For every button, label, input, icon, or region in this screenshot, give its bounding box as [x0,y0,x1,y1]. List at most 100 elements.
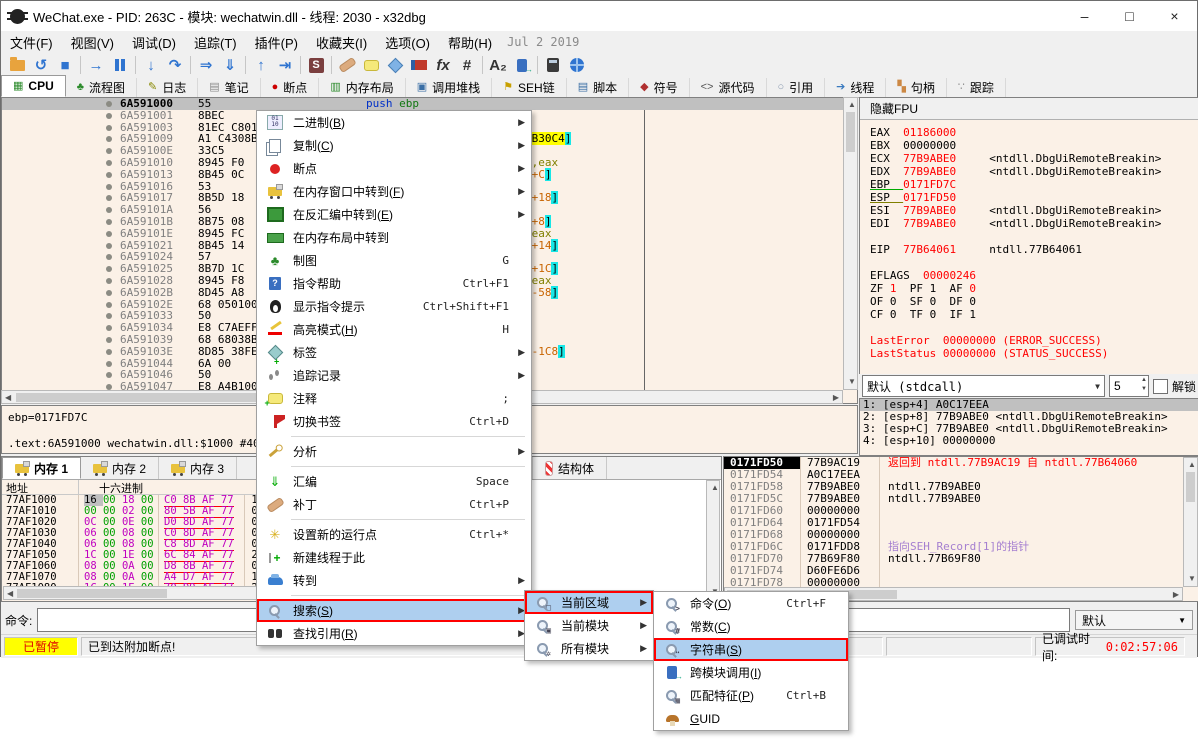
tab-流程图[interactable]: ♣流程图 [66,78,137,97]
register-line[interactable] [870,230,1198,243]
breakpoint-dot[interactable] [106,101,112,107]
breakpoint-dot[interactable] [106,278,112,284]
breakpoint-dot[interactable] [106,302,112,308]
argument-count-stepper[interactable]: 5▲▼ [1109,375,1149,397]
menubar-item-5[interactable]: 收藏夹(I) [307,31,376,54]
comments-icon[interactable] [359,54,383,76]
tab-线程[interactable]: ➔线程 [825,78,886,97]
pause-icon[interactable] [108,54,132,76]
tab-源代码[interactable]: <>源代码 [690,78,767,97]
breakpoint-dot[interactable] [106,113,112,119]
run-trace-icon[interactable]: ⇓ [218,54,242,76]
functions-icon[interactable]: fx [431,54,455,76]
register-line[interactable]: CF 0 TF 0 IF 1 [870,308,1198,321]
menu-item-highlight-mode[interactable]: 高亮模式(H)H [257,318,531,341]
close-button[interactable]: × [1152,1,1197,31]
breakpoint-dot[interactable] [106,184,112,190]
register-line[interactable]: ESI 77B9ABE0 <ntdll.DbgUiRemoteBreakin> [870,204,1198,217]
tab-内存-3[interactable]: 内存 3 [159,457,237,479]
menu-item-follow-in-memory-map[interactable]: 在内存布局中转到 [257,226,531,249]
tab-引用[interactable]: ○引用 [767,78,826,97]
tab-断点[interactable]: ●断点 [261,78,320,97]
stack-row[interactable]: 0171FD74D60FE6D6 [724,565,1198,577]
execute-till-return-icon[interactable]: ↑ [249,54,273,76]
breakpoint-dot[interactable] [106,313,112,319]
register-line[interactable]: LastError 00000000 (ERROR_SUCCESS) [870,334,1198,347]
menu-item-patch[interactable]: 补丁Ctrl+P [257,493,531,516]
register-line[interactable]: ESP 0171FD50 [870,191,1198,204]
register-line[interactable]: ZF 1 PF 1 AF 0 [870,282,1198,295]
menu-item-new-thread-here[interactable]: +新建线程于此 [257,546,531,569]
tab-跟踪[interactable]: ∵跟踪 [947,78,1006,97]
stack-row[interactable]: 0171FD7077B69F80ntdll.77B69F80 [724,553,1198,565]
breakpoint-dot[interactable] [106,207,112,213]
arguments-pane[interactable]: 1: [esp+4] A0C17EEA2: [esp+8] 77B9ABE0 <… [859,398,1198,456]
breakpoint-dot[interactable] [106,372,112,378]
menu-item-follow-in-disassembler[interactable]: 在反汇编中转到(E)▶ [257,203,531,226]
trace-coverage-icon[interactable]: S [304,54,328,76]
modules-icon[interactable] [510,54,534,76]
stop-icon[interactable]: ■ [53,54,77,76]
submenu-item-guid[interactable]: GUID [654,707,848,730]
menubar-item-3[interactable]: 追踪(T) [185,31,246,54]
register-line[interactable] [870,321,1198,334]
menubar-item-0[interactable]: 文件(F) [1,31,62,54]
menu-item-binary[interactable]: 01 10二进制(B)▶ [257,111,531,134]
stack-row[interactable]: 0171FD5C77B9ABE0ntdll.77B9ABE0 [724,493,1198,505]
menu-item-toggle-bookmark[interactable]: 切换书签Ctrl+D [257,410,531,433]
breakpoint-dot[interactable] [106,361,112,367]
menu-item-graph[interactable]: ♣制图G [257,249,531,272]
breakpoint-dot[interactable] [106,243,112,249]
tab-内存-1[interactable]: 内存 1 [2,457,81,479]
locals-vscrollbar[interactable]: ▲ ▼ [706,480,720,600]
internet-icon[interactable] [565,54,589,76]
register-line[interactable]: ECX 77B9ABE0 <ntdll.DbgUiRemoteBreakin> [870,152,1198,165]
submenu-item-search-current-module[interactable]: ▣当前模块▶ [525,614,653,637]
menu-item-set-new-origin[interactable]: ✳设置新的运行点Ctrl+* [257,523,531,546]
menu-item-comment[interactable]: 注释; [257,387,531,410]
tab-struct[interactable]: 结构体 [533,457,607,479]
patch-icon[interactable] [335,54,359,76]
tab-CPU[interactable]: ▦CPU [1,75,66,97]
stack-vscrollbar[interactable]: ▲ ▼ [1183,457,1198,587]
breakpoint-dot[interactable] [106,125,112,131]
menu-item-instruction-help[interactable]: ?指令帮助Ctrl+F1 [257,272,531,295]
menubar-item-2[interactable]: 调试(D) [123,31,185,54]
submenu-item-intermodular-calls[interactable]: 跨模块调用(I) [654,661,848,684]
menu-item-trace-record[interactable]: 追踪记录▶ [257,364,531,387]
menubar-item-7[interactable]: 帮助(H) [439,31,501,54]
menu-item-find-references[interactable]: 查找引用(R)▶ [257,622,531,645]
breakpoint-dot[interactable] [106,325,112,331]
menu-item-mnemonic-brief[interactable]: 显示指令提示Ctrl+Shift+F1 [257,295,531,318]
register-line[interactable] [870,360,1198,373]
tab-调用堆栈[interactable]: ▣调用堆栈 [406,78,492,97]
calling-convention-select[interactable]: 默认 (stdcall)▼ [862,375,1105,397]
breakpoint-dot[interactable] [106,337,112,343]
tab-符号[interactable]: ◆符号 [629,78,689,97]
breakpoint-dot[interactable] [106,349,112,355]
command-preset-select[interactable]: 默认 ▼ [1075,610,1193,630]
register-line[interactable]: LastStatus 00000000 (STATUS_SUCCESS) [870,347,1198,360]
breakpoint-dot[interactable] [106,231,112,237]
breakpoint-dot[interactable] [106,136,112,142]
breakpoint-dot[interactable] [106,195,112,201]
minimize-button[interactable]: – [1062,1,1107,31]
breakpoint-dot[interactable] [106,266,112,272]
run-icon[interactable]: → [84,54,108,76]
breakpoint-dot[interactable] [106,219,112,225]
submenu-item-search-constant[interactable]: #常数(C) [654,615,848,638]
tab-SEH链[interactable]: ⚑SEH链 [492,78,567,97]
argument-row[interactable]: 4: [esp+10] 00000000 [860,435,1198,447]
register-line[interactable]: EFLAGS 00000246 [870,269,1198,282]
tab-内存-2[interactable]: 内存 2 [81,457,159,479]
menubar-item-1[interactable]: 视图(V) [62,31,123,54]
open-file-icon[interactable] [5,54,29,76]
tab-日志[interactable]: ✎日志 [137,78,198,97]
maximize-button[interactable]: □ [1107,1,1152,31]
menu-item-analyze[interactable]: 分析▶ [257,440,531,463]
register-line[interactable]: EBP 0171FD7C [870,178,1198,191]
register-line[interactable]: EBX 00000000 [870,139,1198,152]
stack-row[interactable]: 0171FD640171FD54 [724,517,1198,529]
bookmarks-icon[interactable] [407,54,431,76]
register-line[interactable]: EDI 77B9ABE0 <ntdll.DbgUiRemoteBreakin> [870,217,1198,230]
